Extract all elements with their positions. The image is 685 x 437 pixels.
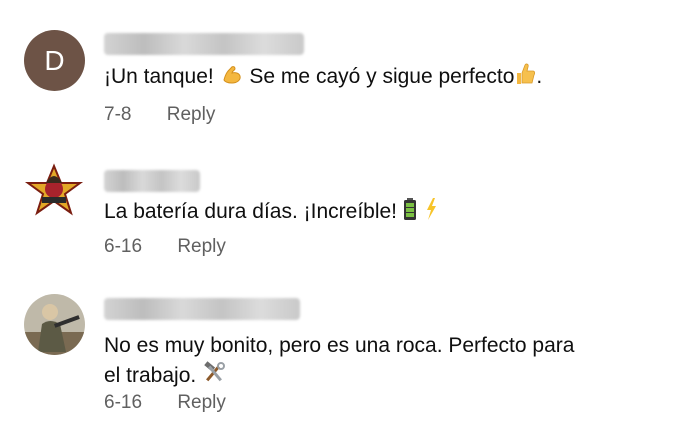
star-logo-avatar-icon bbox=[24, 163, 84, 216]
comment-date: 6-16 bbox=[104, 236, 143, 257]
username-blurred[interactable] bbox=[104, 298, 300, 320]
avatar-letter: D bbox=[44, 44, 65, 76]
username-blurred[interactable] bbox=[104, 170, 200, 192]
comment-meta: 7-8 Reply bbox=[104, 104, 215, 126]
comment-text: No es muy bonito, pero es una roca. Perf… bbox=[104, 331, 664, 394]
comment-3: No es muy bonito, pero es una roca. Perf… bbox=[0, 280, 685, 413]
battery-icon bbox=[403, 197, 417, 230]
username-blurred[interactable] bbox=[104, 33, 304, 55]
photo-avatar-icon bbox=[24, 294, 85, 355]
comment-2: La batería dura días. ¡Increíble! 6-16 R… bbox=[0, 145, 685, 275]
thumbs-up-icon bbox=[514, 62, 536, 95]
reply-button[interactable]: Reply bbox=[177, 392, 226, 414]
comment-date: 7-8 bbox=[104, 104, 132, 125]
reply-button[interactable]: Reply bbox=[167, 104, 216, 126]
comment-date: 6-16 bbox=[104, 392, 143, 413]
comment-text: La batería dura días. ¡Increíble! bbox=[104, 197, 664, 230]
flexed-biceps-icon bbox=[220, 62, 244, 95]
comment-meta: 6-16 Reply bbox=[104, 236, 226, 258]
hammer-and-wrench-icon bbox=[202, 361, 226, 394]
comment-1: D ¡Un tanque! Se me cayó y sigue perfect… bbox=[0, 0, 685, 130]
avatar[interactable]: D bbox=[24, 30, 85, 91]
avatar[interactable] bbox=[24, 161, 85, 222]
reply-button[interactable]: Reply bbox=[177, 236, 226, 258]
comment-text: ¡Un tanque! Se me cayó y sigue perfecto … bbox=[104, 62, 664, 95]
avatar[interactable] bbox=[24, 294, 85, 355]
lightning-icon bbox=[425, 197, 437, 230]
comment-meta: 6-16 Reply bbox=[104, 392, 226, 414]
